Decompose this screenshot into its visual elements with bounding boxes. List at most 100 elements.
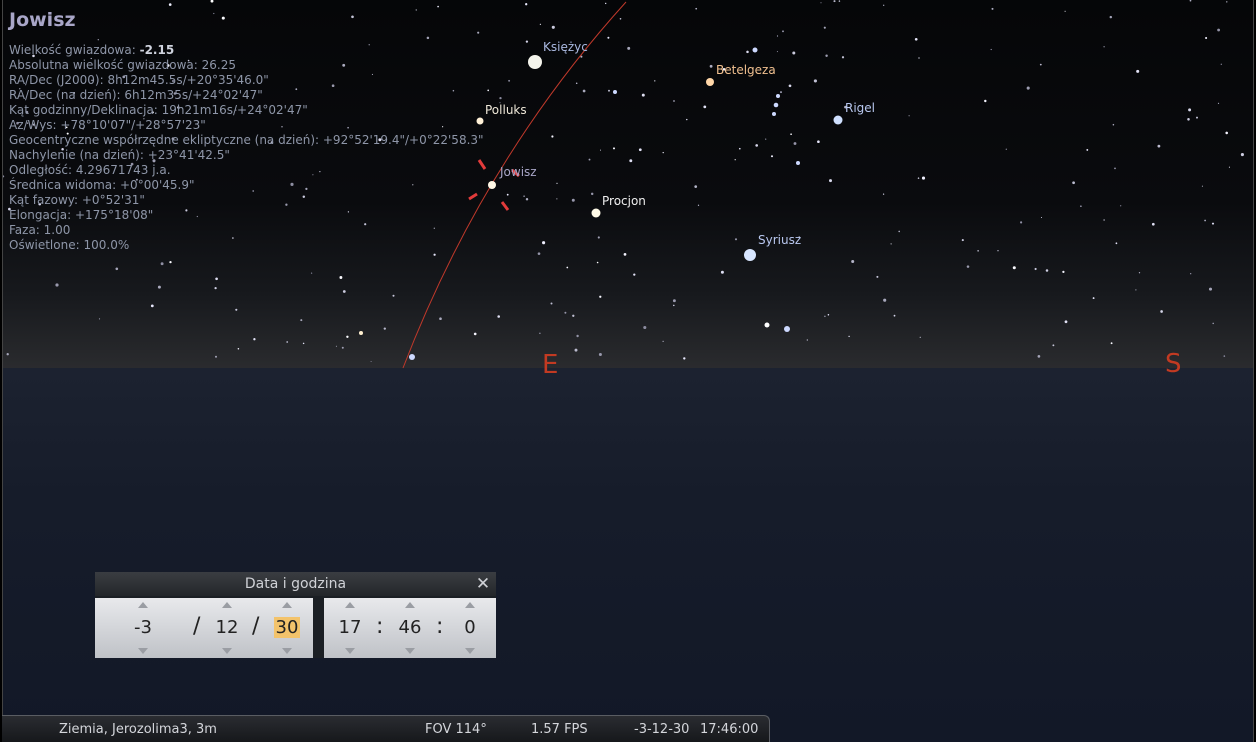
faint-star [833, 0, 836, 3]
minute-up-arrow-icon[interactable] [405, 602, 415, 608]
faint-star [607, 36, 610, 39]
day-value: 30 [273, 617, 301, 638]
sirius-label: Syriusz [758, 233, 801, 247]
location-label[interactable]: Ziemia, Jerozolima3, 3m [59, 722, 217, 737]
day-down-arrow-icon[interactable] [282, 648, 292, 654]
star[interactable] [613, 90, 617, 94]
time-label[interactable]: 17:46:00 [700, 722, 758, 737]
time-panel: 17 : 46 : 0 [324, 598, 496, 658]
year-up-arrow-icon[interactable] [138, 602, 148, 608]
faint-star [508, 79, 511, 82]
faint-star [683, 357, 686, 360]
faint-star [770, 155, 774, 158]
year-value: -3 [134, 617, 152, 638]
faint-star [765, 138, 767, 140]
faint-star [1040, 216, 1043, 219]
faint-star [1190, 273, 1192, 275]
info-row-value: -2.15 [139, 43, 175, 57]
faint-star [686, 118, 688, 121]
month-up-arrow-icon[interactable] [222, 602, 232, 608]
faint-star [633, 273, 636, 276]
jupiter-planet[interactable] [488, 181, 496, 189]
star[interactable] [772, 112, 776, 116]
day-spinner[interactable]: 30 [267, 598, 307, 658]
star[interactable] [773, 102, 779, 108]
faint-star [582, 89, 586, 93]
info-row-label: Oświetlone: [9, 238, 84, 252]
faint-star [1103, 46, 1105, 48]
info-row: Odległość: 4.29671743 j.a. [9, 163, 484, 178]
star[interactable] [796, 161, 800, 165]
hour-down-arrow-icon[interactable] [345, 648, 355, 654]
second-spinner[interactable]: 0 [450, 598, 490, 658]
object-info-rows: Wielkość gwiazdowa: -2.15 Absolutna wielk… [9, 43, 484, 253]
faint-star [776, 35, 779, 37]
moon-marker[interactable] [528, 55, 542, 69]
faint-star [98, 318, 101, 320]
star[interactable] [752, 47, 758, 53]
faint-star [335, 345, 337, 347]
faint-star [342, 290, 346, 293]
star[interactable] [409, 354, 415, 360]
faint-star [755, 144, 759, 147]
faint-star [115, 267, 119, 271]
star[interactable] [359, 331, 363, 335]
star[interactable] [776, 94, 780, 98]
faint-star [662, 340, 664, 342]
second-value: 0 [464, 617, 476, 638]
year-down-arrow-icon[interactable] [138, 648, 148, 654]
month-down-arrow-icon[interactable] [222, 648, 232, 654]
status-bar[interactable]: Ziemia, Jerozolima3, 3m FOV 114° 1.57 FP… [2, 715, 770, 742]
faint-star [638, 148, 642, 152]
procyon-star[interactable] [591, 208, 601, 218]
info-row-value: +0°52'31" [81, 193, 145, 207]
date-time-window[interactable]: Data i godzina ✕ -3 / 12 / 30 17 : 46: … [95, 572, 496, 658]
sirius-star[interactable] [744, 249, 756, 261]
faint-star [672, 299, 676, 303]
month-spinner[interactable]: 12 [207, 598, 247, 658]
date-panel: -3 / 12 / 30 [95, 598, 313, 658]
second-down-arrow-icon[interactable] [465, 648, 475, 654]
faint-star [921, 176, 926, 180]
close-icon[interactable]: ✕ [474, 574, 492, 594]
date-time-title: Data i godzina [244, 576, 347, 592]
faint-star [525, 3, 528, 6]
second-up-arrow-icon[interactable] [465, 602, 475, 608]
faint-star [1135, 289, 1137, 291]
faint-star [150, 304, 154, 308]
minute-spinner[interactable]: 46 [390, 598, 430, 658]
faint-star [1039, 63, 1042, 66]
pollux-label: Polluks [485, 103, 527, 117]
day-up-arrow-icon[interactable] [282, 602, 292, 608]
faint-star [572, 314, 575, 317]
faint-star [629, 159, 633, 163]
hour-up-arrow-icon[interactable] [345, 602, 355, 608]
star[interactable] [784, 326, 790, 332]
year-spinner[interactable]: -3 [123, 598, 163, 658]
rigel-star[interactable] [833, 115, 843, 125]
faint-star [720, 270, 724, 274]
faint-star [961, 239, 964, 242]
hour-spinner[interactable]: 17 [330, 598, 370, 658]
date-label[interactable]: -3-12-30 [634, 722, 689, 737]
faint-star [1005, 148, 1007, 150]
betelgeuse-star[interactable] [706, 78, 714, 86]
date-time-titlebar[interactable]: Data i godzina ✕ [95, 572, 496, 596]
info-row-value: 1.00 [43, 223, 71, 237]
faint-star [734, 238, 738, 241]
star[interactable] [764, 322, 770, 328]
faint-star [1160, 310, 1163, 313]
faint-star [841, 56, 845, 59]
faint-star [882, 193, 885, 195]
faint-star [556, 198, 558, 200]
faint-star [370, 360, 372, 363]
object-name: Jowisz [9, 9, 76, 31]
faint-star [703, 105, 707, 109]
minute-down-arrow-icon[interactable] [405, 648, 415, 654]
faint-star [599, 295, 602, 298]
faint-star [339, 276, 343, 279]
faint-star [1201, 185, 1203, 187]
fov-label: FOV 114° [425, 722, 487, 737]
faint-star [473, 332, 477, 336]
info-row: RA/Dec (na dzień): 6h12m35s/+24°02'47" [9, 88, 484, 103]
